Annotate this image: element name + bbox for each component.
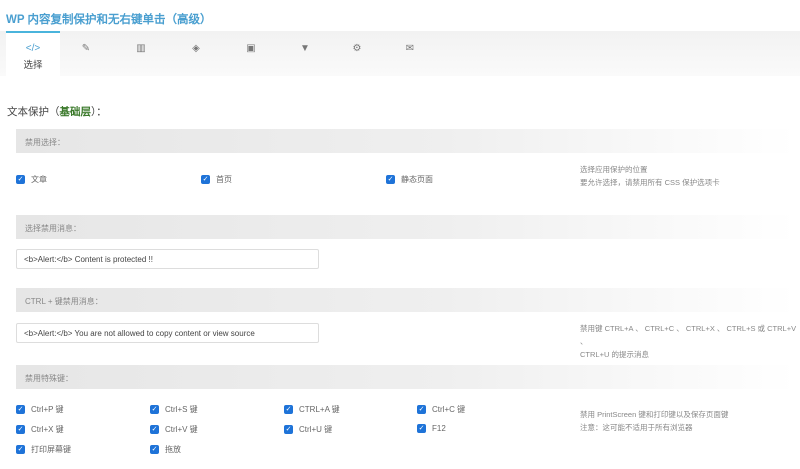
checkbox-special-key[interactable]: ✓ 打印屏幕键 (16, 444, 71, 455)
checkbox-special-key[interactable]: ✓ F12 (417, 424, 446, 433)
checkbox-label: Ctrl+X 键 (31, 424, 64, 435)
section-highlight: 基础层 (60, 106, 92, 118)
checkbox-special-key[interactable]: ✓ Ctrl+C 键 (417, 404, 465, 415)
checkbox-label: Ctrl+C 键 (432, 404, 465, 415)
checkbox-label: 首页 (216, 174, 232, 185)
checkbox-checked-icon[interactable]: ✓ (201, 175, 210, 184)
checkbox-special-key[interactable]: ✓ Ctrl+V 键 (150, 424, 198, 435)
checkbox-label: F12 (432, 424, 446, 433)
checkbox-special-key[interactable]: ✓ Ctrl+X 键 (16, 424, 64, 435)
section-heading: 文本保护（基础层）： (7, 104, 107, 119)
checkbox-static-pages[interactable]: ✓ 静态页面 (386, 174, 433, 185)
help-line: 选择应用保护的位置 (580, 163, 720, 176)
checkbox-checked-icon[interactable]: ✓ (16, 425, 25, 434)
checkbox-special-key[interactable]: ✓ Ctrl+S 键 (150, 404, 198, 415)
tab-filter[interactable]: ▼ (278, 31, 332, 76)
checkbox-checked-icon[interactable]: ✓ (150, 425, 159, 434)
checkbox-special-key[interactable]: ✓ Ctrl+U 键 (284, 424, 332, 435)
checkbox-checked-icon[interactable]: ✓ (150, 445, 159, 454)
section-suffix: ）： (91, 106, 107, 118)
tab-edit[interactable]: ✎ (59, 31, 113, 76)
page-title: WP 内容复制保护和无右键单击（高级） (6, 11, 212, 27)
help-line: CTRL+U 的提示消息 (580, 348, 800, 361)
image-icon: ▣ (246, 43, 255, 54)
tab-label: 选择 (6, 57, 60, 71)
help-line: 注意：这可能不适用于所有浏览器 (580, 421, 728, 434)
checkbox-checked-icon[interactable]: ✓ (386, 175, 395, 184)
code-icon: </> (26, 43, 40, 54)
edit-icon: ✎ (82, 43, 90, 54)
filter-icon: ▼ (300, 43, 310, 54)
special-keys-header: 禁用特殊键： (16, 365, 796, 389)
help-line: 禁用键 CTRL+A 、 CTRL+C 、 CTRL+X 、 CTRL+S 或 … (580, 322, 800, 348)
mail-icon: ✉ (406, 43, 414, 54)
checkbox-label: Ctrl+V 键 (165, 424, 198, 435)
disable-selection-header: 禁用选择： (16, 129, 796, 153)
tab-bar: </> 选择 ✎ ▥ ◈ ▣ ▼ ⚙ ✉ (0, 31, 800, 76)
checkbox-label: Ctrl+U 键 (299, 424, 332, 435)
selection-message-input[interactable]: <b>Alert:</b> Content is protected !! (16, 249, 319, 269)
disable-selection-help: 选择应用保护的位置要允许选择，请禁用所有 CSS 保护选项卡 (580, 163, 720, 189)
tab-selection[interactable]: </> 选择 (6, 31, 60, 76)
checkbox-label: 文章 (31, 174, 47, 185)
tab-tag[interactable]: ◈ (169, 31, 223, 76)
help-line: 禁用 PrintScreen 键和打印键以及保存页面键 (580, 408, 728, 421)
checkbox-home[interactable]: ✓ 首页 (201, 174, 232, 185)
checkbox-special-key[interactable]: ✓ 拖放 (150, 444, 181, 455)
checkbox-label: 拖放 (165, 444, 181, 455)
special-keys-help: 禁用 PrintScreen 键和打印键以及保存页面键注意：这可能不适用于所有浏… (580, 408, 728, 434)
checkbox-checked-icon[interactable]: ✓ (16, 445, 25, 454)
ctrl-message-input[interactable]: <b>Alert:</b> You are not allowed to cop… (16, 323, 319, 343)
tab-settings[interactable]: ⚙ (330, 31, 384, 76)
checkbox-label: 静态页面 (401, 174, 433, 185)
section-prefix: 文本保护（ (7, 106, 60, 118)
checkbox-checked-icon[interactable]: ✓ (284, 405, 293, 414)
tag-icon: ◈ (192, 43, 200, 54)
checkbox-special-key[interactable]: ✓ Ctrl+P 键 (16, 404, 64, 415)
checkbox-special-key[interactable]: ✓ CTRL+A 键 (284, 404, 340, 415)
checkbox-checked-icon[interactable]: ✓ (150, 405, 159, 414)
ctrl-message-help: 禁用键 CTRL+A 、 CTRL+C 、 CTRL+X 、 CTRL+S 或 … (580, 322, 800, 361)
chart-icon: ▥ (136, 43, 145, 54)
selection-message-header: 选择禁用消息： (16, 215, 796, 239)
checkbox-label: Ctrl+S 键 (165, 404, 198, 415)
checkbox-checked-icon[interactable]: ✓ (16, 175, 25, 184)
checkbox-label: 打印屏幕键 (31, 444, 71, 455)
tab-image[interactable]: ▣ (224, 31, 278, 76)
tab-mail[interactable]: ✉ (383, 31, 437, 76)
checkbox-posts[interactable]: ✓ 文章 (16, 174, 47, 185)
checkbox-checked-icon[interactable]: ✓ (417, 405, 426, 414)
gear-icon: ⚙ (353, 43, 362, 54)
checkbox-checked-icon[interactable]: ✓ (417, 424, 426, 433)
ctrl-message-header: CTRL + 键禁用消息： (16, 288, 796, 312)
checkbox-label: CTRL+A 键 (299, 404, 340, 415)
checkbox-checked-icon[interactable]: ✓ (284, 425, 293, 434)
tab-chart[interactable]: ▥ (114, 31, 168, 76)
checkbox-label: Ctrl+P 键 (31, 404, 64, 415)
help-line: 要允许选择，请禁用所有 CSS 保护选项卡 (580, 176, 720, 189)
checkbox-checked-icon[interactable]: ✓ (16, 405, 25, 414)
